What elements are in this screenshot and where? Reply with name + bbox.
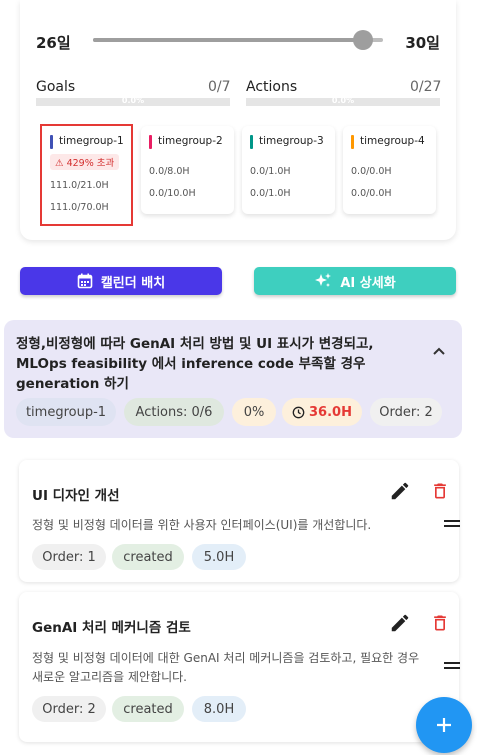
goal-timegroup-chip: timegroup-1 — [16, 398, 116, 426]
drag-handle-icon[interactable] — [444, 662, 460, 672]
timegroup-card-4[interactable]: timegroup-4 0.0/0.0H 0.0/0.0H — [343, 126, 436, 214]
summary-card: 26일 30일 Goals 0/7 0.0% Actions 0/27 0.0%… — [20, 0, 456, 240]
warning-text: 429% 초과 — [66, 158, 115, 169]
overflow-warning-badge: ⚠ 429% 초과 — [50, 154, 120, 170]
actions-progress-text: 0.0% — [331, 96, 355, 105]
plus-icon — [437, 718, 451, 732]
task-card[interactable]: GenAI 처리 메커니즘 검토 정형 및 비정형 데이터에 대한 GenAI … — [19, 592, 460, 742]
goals-count: 0/7 — [208, 79, 231, 95]
task-hours-chip: 8.0H — [192, 696, 246, 722]
edit-icon[interactable] — [389, 612, 411, 634]
timegroup-color-stripe — [50, 135, 53, 149]
goal-hours-chip: 36.0H — [282, 398, 362, 426]
goal-panel[interactable]: 정형,비정형에 따라 GenAI 처리 방법 및 UI 표시가 변경되고, ML… — [4, 320, 462, 438]
task-status-chip: created — [112, 544, 184, 570]
timegroup-card-1[interactable]: timegroup-1 ⚠ 429% 초과 111.0/21.0H 111.0/… — [40, 124, 133, 226]
slider-thumb[interactable] — [352, 30, 373, 50]
timegroup-color-stripe — [149, 135, 152, 149]
range-end-label: 30일 — [405, 34, 440, 52]
goals-progress-text: 0.0% — [121, 96, 145, 105]
timegroup-name: timegroup-3 — [259, 135, 324, 147]
range-start-label: 26일 — [36, 34, 71, 52]
goals-label: Goals — [36, 79, 76, 95]
delete-icon[interactable] — [430, 480, 450, 502]
timegroup-value: 0.0/8.0H — [149, 166, 190, 177]
goal-hours-text: 36.0H — [309, 404, 352, 420]
goal-actions-chip: Actions: 0/6 — [124, 398, 224, 426]
day-range-slider[interactable] — [93, 30, 383, 50]
timegroup-value: 111.0/70.0H — [50, 202, 109, 213]
timegroup-value: 0.0/10.0H — [149, 188, 196, 199]
task-hours-chip: 5.0H — [192, 544, 246, 570]
ai-detail-button[interactable]: AI 상세화 — [254, 267, 456, 295]
task-card[interactable]: UI 디자인 개선 정형 및 비정형 데이터를 위한 사용자 인터페이스(UI)… — [19, 460, 460, 582]
timegroup-color-stripe — [351, 135, 354, 149]
clock-icon — [292, 406, 305, 418]
goals-progress-bar: 0.0% — [36, 96, 230, 106]
calendar-icon — [77, 273, 93, 289]
calendar-button-label: 캘린더 배치 — [100, 275, 166, 291]
timegroup-value: 0.0/0.0H — [351, 188, 392, 199]
timegroup-value: 0.0/0.0H — [351, 166, 392, 177]
sparkle-icon — [315, 273, 332, 287]
delete-icon[interactable] — [430, 612, 450, 634]
task-order-chip: Order: 2 — [32, 696, 106, 722]
task-title: UI 디자인 개선 — [32, 488, 120, 504]
actions-progress-bar: 0.0% — [246, 96, 440, 106]
goal-order-chip: Order: 2 — [370, 398, 442, 426]
goal-percent-chip: 0% — [232, 398, 276, 426]
goal-title: 정형,비정형에 따라 GenAI 처리 방법 및 UI 표시가 변경되고, ML… — [16, 336, 374, 392]
calendar-placement-button[interactable]: 캘린더 배치 — [20, 267, 222, 295]
task-title: GenAI 처리 메커니즘 검토 — [32, 620, 191, 636]
timegroup-value: 111.0/21.0H — [50, 180, 109, 191]
task-status-chip: created — [112, 696, 184, 722]
timegroup-value: 0.0/1.0H — [250, 188, 291, 199]
task-description: 정형 및 비정형 데이터를 위한 사용자 인터페이스(UI)를 개선합니다. — [32, 518, 372, 532]
timegroup-card-2[interactable]: timegroup-2 0.0/8.0H 0.0/10.0H — [141, 126, 234, 214]
chevron-up-icon[interactable] — [430, 342, 448, 360]
timegroup-color-stripe — [250, 135, 253, 149]
task-order-chip: Order: 1 — [32, 544, 106, 570]
add-button[interactable] — [416, 697, 472, 753]
edit-icon[interactable] — [389, 480, 411, 502]
actions-count: 0/27 — [410, 79, 442, 95]
timegroup-name: timegroup-4 — [360, 135, 425, 147]
timegroup-value: 0.0/1.0H — [250, 166, 291, 177]
timegroup-name: timegroup-2 — [158, 135, 223, 147]
slider-fill — [93, 38, 363, 42]
task-description: 정형 및 비정형 데이터에 대한 GenAI 처리 메커니즘을 검토하고, 필요… — [32, 651, 420, 684]
drag-handle-icon[interactable] — [444, 520, 460, 530]
timegroup-card-3[interactable]: timegroup-3 0.0/1.0H 0.0/1.0H — [242, 126, 335, 214]
timegroup-name: timegroup-1 — [59, 135, 124, 147]
actions-label: Actions — [246, 79, 298, 95]
ai-button-label: AI 상세화 — [340, 275, 396, 291]
warning-icon: ⚠ — [55, 158, 64, 169]
